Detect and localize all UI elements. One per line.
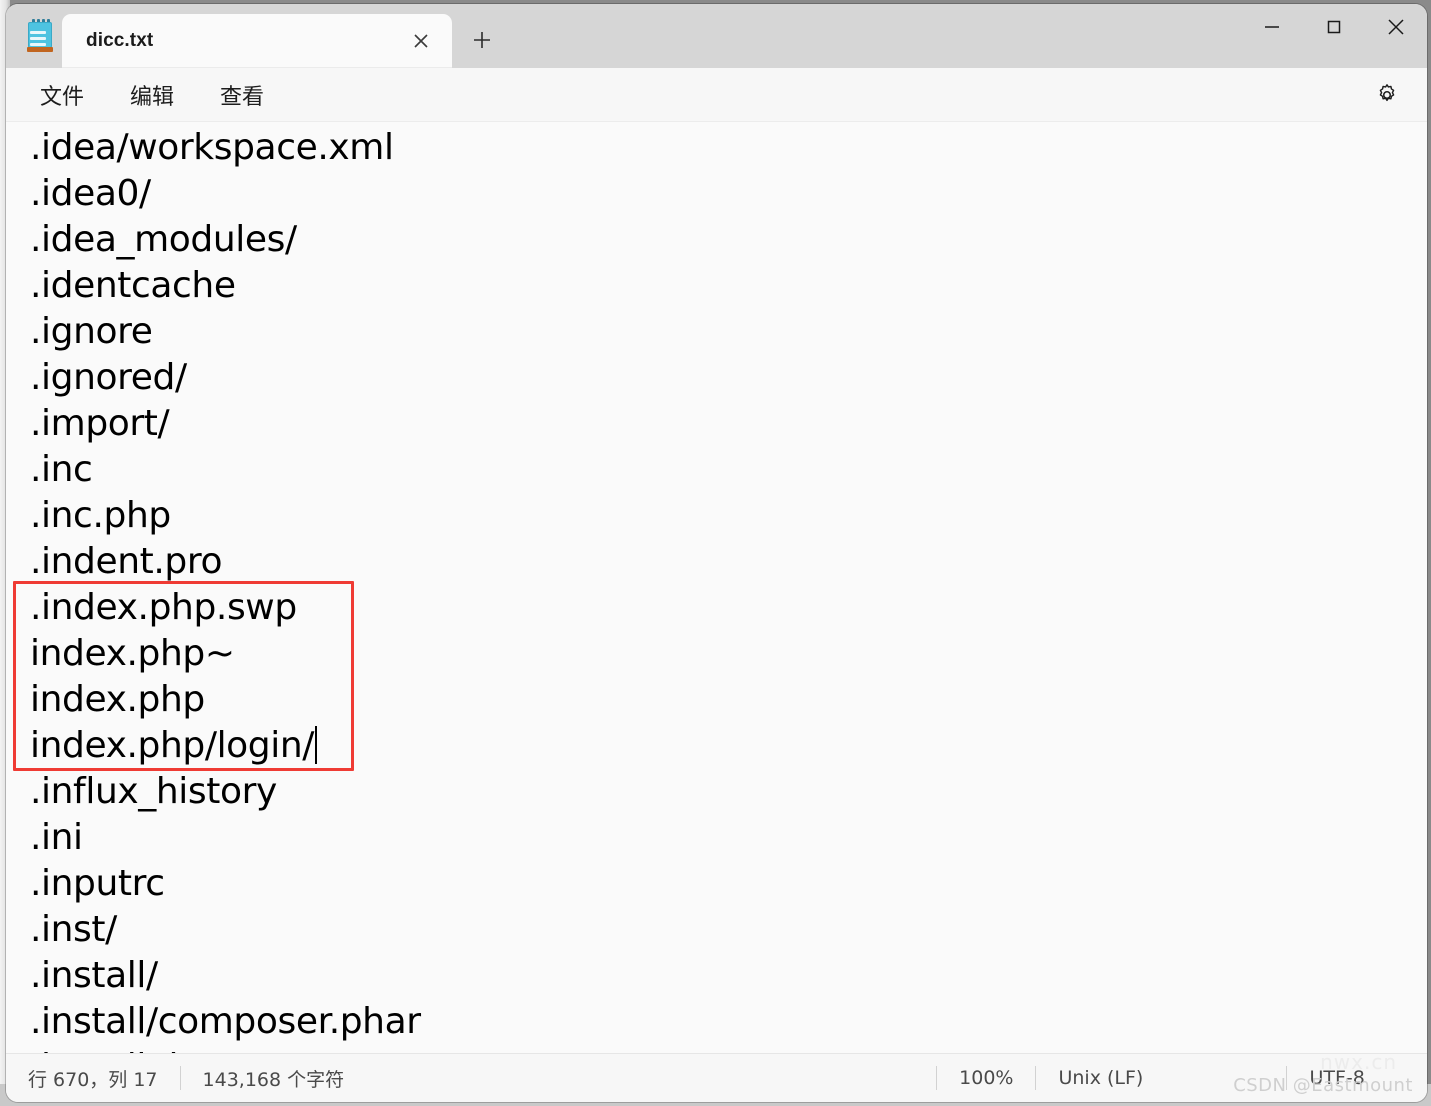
close-button[interactable] — [1365, 4, 1427, 50]
maximize-button[interactable] — [1303, 4, 1365, 50]
editor-line: index.php — [30, 679, 205, 720]
editor-line: .inc — [30, 449, 93, 490]
new-tab-button[interactable] — [458, 16, 506, 64]
editor-line: .idea0/ — [30, 173, 151, 214]
status-cursor-position: 行 670，列 17 — [28, 1068, 158, 1091]
status-bar: 行 670，列 17 143,168 个字符 100% Unix (LF) UT… — [6, 1050, 1427, 1102]
status-encoding[interactable]: UTF-8 — [1287, 1064, 1386, 1092]
editor-line: .idea/workspace.xml — [30, 127, 394, 168]
editor-line: .ini — [30, 817, 83, 858]
status-char-count: 143,168 个字符 — [202, 1068, 345, 1091]
minimize-button[interactable] — [1241, 4, 1303, 50]
editor-line: .install4j — [30, 1045, 1427, 1053]
tab-dicc-txt[interactable]: dicc.txt — [62, 14, 452, 68]
text-lines: .idea/workspace.xml .idea0/ .idea_modules/… — [30, 125, 1427, 1053]
editor-line: .inst/ — [30, 909, 117, 950]
text-caret — [315, 726, 318, 764]
status-line-ending[interactable]: Unix (LF) — [1036, 1064, 1286, 1092]
status-zoom[interactable]: 100% — [937, 1064, 1035, 1092]
editor-line: .index.php.swp — [30, 587, 297, 628]
text-editor-area[interactable]: .idea/workspace.xml .idea0/ .idea_modules/… — [6, 122, 1427, 1053]
editor-line: .indent.pro — [30, 541, 223, 582]
gear-icon[interactable] — [1367, 75, 1407, 115]
editor-line: .ignored/ — [30, 357, 187, 398]
editor-line: .idea_modules/ — [30, 219, 297, 260]
editor-line: .inc.php — [30, 495, 171, 536]
window-controls — [1241, 4, 1427, 68]
editor-line: .import/ — [30, 403, 170, 444]
close-icon[interactable] — [404, 24, 438, 58]
menu-item-view[interactable]: 查看 — [204, 75, 280, 115]
menu-item-file[interactable]: 文件 — [24, 75, 100, 115]
editor-line: index.php/login/ — [30, 723, 1427, 769]
title-bar: dicc.txt — [6, 4, 1427, 68]
notepad-icon — [18, 4, 62, 68]
menu-item-edit[interactable]: 编辑 — [114, 75, 190, 115]
editor-line: .ignore — [30, 311, 153, 352]
editor-line: .install/composer.phar — [30, 1001, 421, 1042]
editor-line: .identcache — [30, 265, 236, 306]
notepad-window: dicc.txt 文件 编辑 查看 .idea/workspace.xml .i… — [6, 4, 1427, 1102]
tab-label: dicc.txt — [86, 30, 154, 51]
tab-strip: dicc.txt — [62, 4, 506, 68]
editor-line: .inputrc — [30, 863, 165, 904]
editor-line: index.php~ — [30, 633, 235, 674]
editor-line: .install/ — [30, 955, 158, 996]
editor-line: .influx_history — [30, 771, 277, 812]
menu-bar: 文件 编辑 查看 — [6, 68, 1427, 122]
